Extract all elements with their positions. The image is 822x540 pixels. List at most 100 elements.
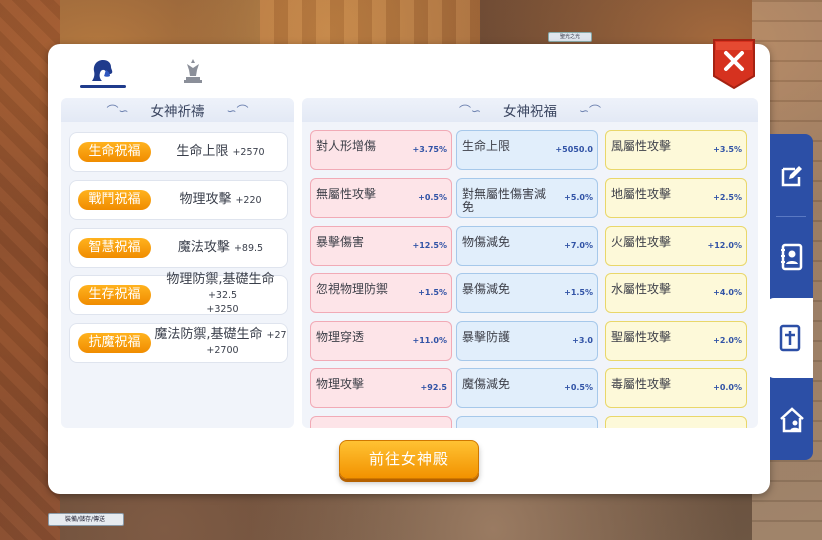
blessing-stat-value: +3.75% xyxy=(412,145,447,154)
goto-goddess-temple-button[interactable]: 前往女神殿 xyxy=(339,440,479,479)
blessing-stat-name: 聖屬性攻擊 xyxy=(611,330,672,344)
blessing-badge: 智慧祝福 xyxy=(78,238,151,258)
swirl-left-icon: ⌒∽ xyxy=(458,103,481,118)
goddess-head-icon xyxy=(92,60,113,81)
blessing-cell: 無屬性攻擊 +0.5% xyxy=(310,178,452,218)
prayer-stat-line: +3250 xyxy=(202,302,238,317)
prayer-stat-line: 生命上限 +2570 xyxy=(176,143,265,160)
blessing-stat-name: 物理攻擊 xyxy=(316,377,365,391)
blessing-cell: 聖屬性攻擊 +2.0% xyxy=(605,321,747,361)
blessing-cell: 火屬性攻擊 +12.0% xyxy=(605,226,747,266)
blessing-stat-name: 暴傷減免 xyxy=(462,282,511,296)
prayer-stat-name: 生命上限 xyxy=(176,143,229,159)
blessing-stat-value: +4.0% xyxy=(713,288,742,297)
goddess-prayer-title: 女神祈禱 xyxy=(150,104,205,120)
side-nav-home[interactable] xyxy=(770,380,813,460)
prayer-stat: 魔法防禦,基礎生命 +27 +2700 xyxy=(154,324,287,362)
prayer-stat-line: +2700 xyxy=(202,343,238,358)
blessing-stat-value: +3.0 xyxy=(572,336,593,345)
blessing-stat-value: +92.5 xyxy=(420,383,447,392)
blessing-cell: 風屬性攻擊 +3.5% xyxy=(605,130,747,170)
blessing-cell xyxy=(310,416,452,428)
hud-location-tag[interactable]: 聖光之光 xyxy=(548,32,592,42)
prayer-stat-line: 物理攻擊 +220 xyxy=(179,191,262,208)
prayer-stat-name: 魔法防禦,基礎生命 xyxy=(154,327,263,343)
swirl-right-icon: ∽⌒ xyxy=(226,103,249,118)
prayer-stat: 物理防禦,基礎生命 +32.5 +3250 xyxy=(154,271,287,317)
blessing-cell: 暴擊傷害 +12.5% xyxy=(310,226,452,266)
blessing-stat-value: +12.5% xyxy=(412,241,447,250)
blessing-stat-name: 對無屬性傷害減免 xyxy=(462,187,547,214)
blessing-cell: 水屬性攻擊 +4.0% xyxy=(605,273,747,313)
blessing-stat-value: +5050.0 xyxy=(555,145,593,154)
blessing-cell: 魔傷減免 +0.5% xyxy=(456,368,598,408)
edit-icon xyxy=(781,166,802,187)
prayer-stat: 物理攻擊 +220 xyxy=(154,181,287,219)
prayer-stat-value: +2570 xyxy=(232,146,265,158)
blessing-cell: 物理攻擊 +92.5 xyxy=(310,368,452,408)
blessing-badge: 抗魔祝福 xyxy=(78,333,151,353)
prayer-stat: 魔法攻擊 +89.5 xyxy=(154,229,287,267)
blessing-stat-value: +2.5% xyxy=(713,193,742,202)
hud-bottom-tag[interactable]: 裝備/儲存/傳送 xyxy=(48,513,124,526)
blessing-stat-name: 地屬性攻擊 xyxy=(611,187,672,201)
prayer-stat-value: +89.5 xyxy=(233,242,264,254)
blessing-stat-value: +5.0% xyxy=(564,193,593,202)
background-roof-top xyxy=(260,0,480,44)
blessing-cell: 暴傷減免 +1.5% xyxy=(456,273,598,313)
prayer-row: 戰鬥祝福 物理攻擊 +220 xyxy=(69,180,288,220)
blessing-stat-value: +11.0% xyxy=(412,336,447,345)
blessing-stat-value: +3.5% xyxy=(713,145,742,154)
prayer-row: 生命祝福 生命上限 +2570 xyxy=(69,132,288,172)
blessing-badge: 戰鬥祝福 xyxy=(78,190,151,210)
goddess-blessing-title: 女神祝福 xyxy=(503,104,557,120)
blessing-stat-value: +1.5% xyxy=(418,288,447,297)
blessing-grid[interactable]: 對人形增傷 +3.75% 無屬性攻擊 +0.5% 暴擊傷害 +12.5% 忽視物理防禦 +1.… xyxy=(302,126,758,428)
prayer-stat-line: 魔法攻擊 +89.5 xyxy=(178,240,264,256)
blessing-stat-value: +0.5% xyxy=(564,383,593,392)
holy-book-icon xyxy=(779,324,800,352)
blessing-stat-value: +2.0% xyxy=(713,336,742,345)
prayer-row: 智慧祝福 魔法攻擊 +89.5 xyxy=(69,228,288,268)
prayer-stat-line: 物理防禦,基礎生命 +32.5 xyxy=(154,271,287,303)
prayer-row: 生存祝福 物理防禦,基礎生命 +32.5 +3250 xyxy=(69,271,288,317)
blessing-stat-value: +12.0% xyxy=(707,241,742,250)
prayer-stat-value: +32.5 xyxy=(207,289,238,301)
prayer-stat-value: +3250 xyxy=(206,304,239,316)
prayer-row: 抗魔祝福 魔法防禦,基礎生命 +27 +2700 xyxy=(69,323,288,363)
blessing-stat-name: 水屬性攻擊 xyxy=(611,282,672,296)
contact-book-icon xyxy=(780,243,802,271)
statue-tab[interactable] xyxy=(168,56,218,86)
prayer-stat-value: +2700 xyxy=(206,345,239,356)
blessing-stat-value: +1.5% xyxy=(564,288,593,297)
blessing-stat-name: 暴擊傷害 xyxy=(316,235,365,249)
side-nav-edit[interactable] xyxy=(770,136,813,216)
blessing-cell xyxy=(605,416,747,428)
blessing-stat-name: 物傷減免 xyxy=(462,235,511,249)
close-button[interactable] xyxy=(712,38,756,90)
statue-icon xyxy=(184,59,202,83)
blessing-cell: 地屬性攻擊 +2.5% xyxy=(605,178,747,218)
blessing-stat-value: +7.0% xyxy=(564,241,593,250)
goddess-blessing-section[interactable]: ⌒∽ 女神祝福 ∽⌒ 對人形增傷 +3.75% 無屬性攻擊 +0.5% 暴擊傷害 +12.… xyxy=(302,98,758,428)
prayer-stat-value: +220 xyxy=(235,194,262,206)
side-nav-contacts[interactable] xyxy=(770,217,813,297)
swirl-right-icon: ∽⌒ xyxy=(579,103,602,118)
prayer-stat-name: 物理攻擊 xyxy=(179,191,232,207)
blessing-stat-name: 風屬性攻擊 xyxy=(611,139,672,153)
blessing-stat-name: 暴擊防護 xyxy=(462,330,511,344)
blessing-stat-name: 對人形增傷 xyxy=(316,139,377,153)
prayer-stat-line: 魔法防禦,基礎生命 +27 xyxy=(154,327,286,343)
blessing-badge: 生存祝福 xyxy=(78,285,151,305)
blessing-cell: 對無屬性傷害減免 +5.0% xyxy=(456,178,598,218)
blessing-stat-name: 物理穿透 xyxy=(316,330,365,344)
side-nav-goddess[interactable] xyxy=(766,298,813,378)
blessing-stat-name: 無屬性攻擊 xyxy=(316,187,377,201)
blessing-cell: 對人形增傷 +3.75% xyxy=(310,130,452,170)
prayer-stat-name: 物理防禦,基礎生命 xyxy=(166,271,275,287)
blessing-cell xyxy=(456,416,598,428)
blessing-stat-name: 生命上限 xyxy=(462,139,511,153)
blessing-cell: 暴擊防護 +3.0 xyxy=(456,321,598,361)
blessing-cell: 忽視物理防禦 +1.5% xyxy=(310,273,452,313)
goddess-tab[interactable] xyxy=(78,56,128,88)
